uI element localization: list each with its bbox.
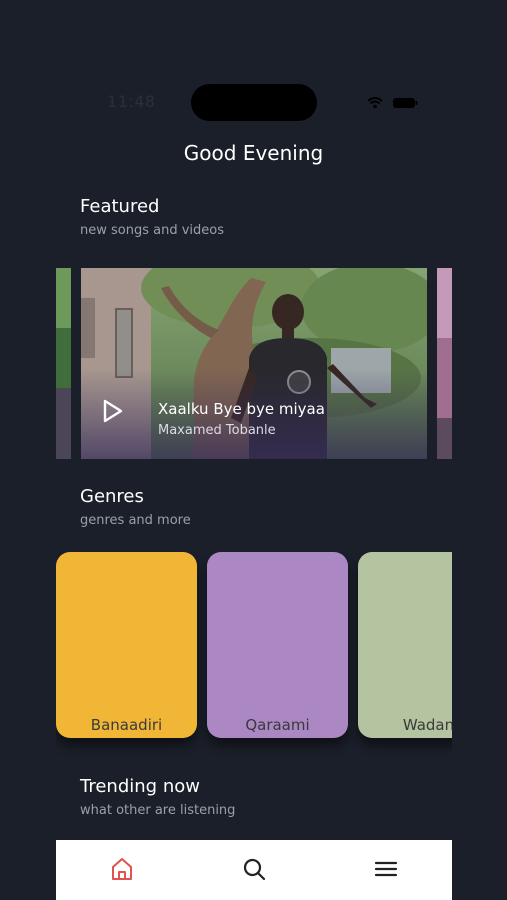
bottom-navigation: [56, 840, 452, 900]
play-button[interactable]: [101, 398, 125, 424]
genres-subtitle: genres and more: [80, 513, 191, 528]
greeting-title: Good Evening: [183, 141, 324, 165]
featured-card-previous[interactable]: [56, 268, 71, 459]
play-icon: [103, 399, 123, 423]
trending-subtitle: what other are listening: [80, 803, 236, 818]
nav-home-button[interactable]: [108, 855, 136, 883]
genre-label: Banaadiri: [90, 716, 163, 734]
genre-label: Qaraami: [245, 716, 310, 734]
dynamic-island: [191, 84, 317, 121]
menu-icon: [374, 861, 398, 877]
nav-menu-button[interactable]: [372, 855, 400, 883]
battery-icon: [393, 98, 418, 108]
featured-song-title: Xaalku Bye bye miyaa: [158, 400, 325, 418]
featured-card[interactable]: Xaalku Bye bye miyaa Maxamed Tobanle: [81, 268, 427, 459]
genres-carousel[interactable]: Banaadiri Qaraami Wadan: [56, 552, 452, 757]
genre-card-wadan[interactable]: Wadan: [358, 552, 452, 738]
featured-subtitle: new songs and videos: [80, 223, 224, 238]
wifi-icon: [367, 97, 383, 109]
home-icon: [112, 858, 132, 880]
featured-artist: Maxamed Tobanle: [158, 423, 276, 438]
home-screen: 11:48 Good Evening Featured new songs an…: [0, 0, 507, 900]
genre-label: Wadan: [402, 716, 452, 734]
featured-card-next[interactable]: [437, 268, 452, 459]
genres-title: Genres: [80, 486, 144, 507]
featured-title: Featured: [80, 196, 160, 217]
status-time: 11:48: [107, 92, 156, 111]
status-icons: [366, 95, 418, 109]
trending-title: Trending now: [80, 776, 200, 797]
genre-card-qaraami[interactable]: Qaraami: [207, 552, 348, 738]
featured-carousel[interactable]: Xaalku Bye bye miyaa Maxamed Tobanle: [56, 268, 452, 459]
search-icon: [243, 858, 266, 881]
genre-card-banaadiri[interactable]: Banaadiri: [56, 552, 197, 738]
nav-search-button[interactable]: [240, 855, 268, 883]
